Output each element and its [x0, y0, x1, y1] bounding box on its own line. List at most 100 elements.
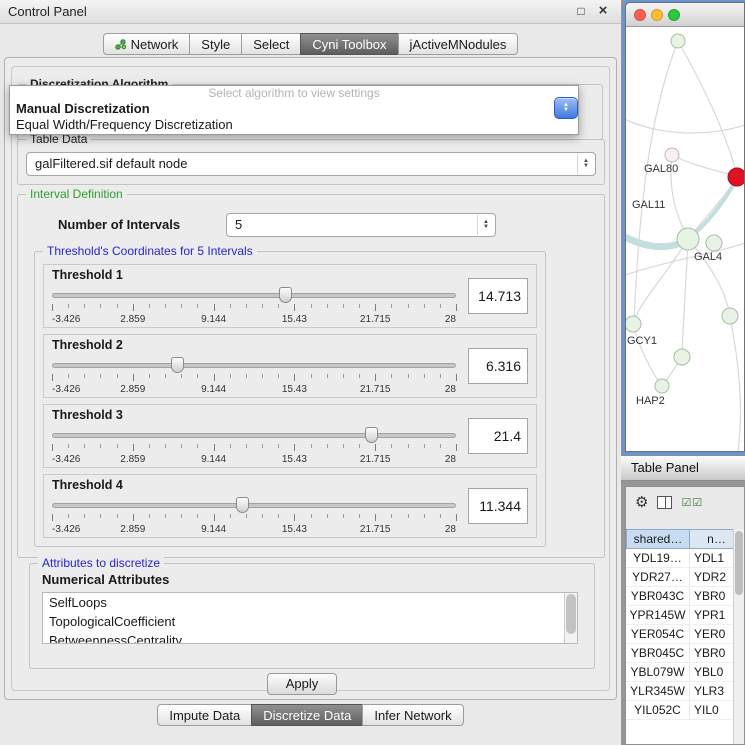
num-intervals-label: Number of Intervals — [58, 217, 180, 232]
slider-ticks — [52, 444, 456, 452]
minimize-traffic-light-icon[interactable] — [651, 9, 663, 21]
close-traffic-light-icon[interactable] — [634, 9, 646, 21]
slider-thumb[interactable] — [365, 427, 378, 443]
num-intervals-combo[interactable]: 5 ▲▼ — [226, 213, 496, 237]
numerical-attributes-list[interactable]: SelfLoopsTopologicalCoefficientBetweenne… — [42, 592, 578, 644]
threshold-panel-4: Threshold 4-3.4262.8599.14415.4321.71528… — [43, 474, 537, 538]
threshold-panel-2: Threshold 2 -3.4262.8599.14415.4321.71528… — [43, 334, 537, 398]
threshold-value-field[interactable]: 21.4 — [468, 418, 528, 454]
tab-impute-data[interactable]: Impute Data — [157, 704, 252, 726]
table-row[interactable]: YPR145WYPR1 — [626, 606, 744, 625]
slider-thumb[interactable] — [171, 357, 184, 373]
threshold-value-field[interactable]: 11.344 — [468, 488, 528, 524]
attributes-group-title: Attributes to discretize — [38, 556, 164, 570]
network-node[interactable] — [674, 349, 690, 365]
attribute-item-selfloops[interactable]: SelfLoops — [43, 593, 577, 612]
slider-scale: -3.4262.8599.14415.4321.71528 — [52, 524, 456, 535]
algorithm-option-equal-width-frequency-discretization[interactable]: Equal Width/Frequency Discretization — [10, 117, 578, 133]
combo-stepper-icon[interactable]: ▲▼ — [577, 154, 594, 174]
window-title: Control Panel — [8, 4, 87, 19]
slider-scale: -3.4262.8599.14415.4321.71528 — [52, 454, 456, 465]
list-scrollbar-thumb[interactable] — [566, 594, 576, 634]
algorithm-option-list: Manual DiscretizationEqual Width/Frequen… — [10, 101, 578, 133]
table-data-combo[interactable]: galFiltered.sif default node ▲▼ — [26, 152, 596, 176]
combo-stepper-icon[interactable]: ▲▼ — [477, 215, 494, 235]
tab-label: Impute Data — [169, 708, 240, 723]
threshold-slider[interactable]: -3.4262.8599.14415.4321.71528 — [52, 495, 456, 537]
slider-scale: -3.4262.8599.14415.4321.71528 — [52, 384, 456, 395]
network-node[interactable] — [655, 379, 669, 393]
tab-label: Select — [253, 37, 289, 52]
column-header-shared-name[interactable]: shared… — [626, 529, 690, 549]
right-column: GAL80GAL11GAL4GCY1HAP2 Table Panel ⚙ ☑☑ … — [621, 0, 745, 745]
table-row[interactable]: YBR045CYBR0 — [626, 644, 744, 663]
tab-select[interactable]: Select — [241, 33, 301, 55]
tab-style[interactable]: Style — [189, 33, 242, 55]
threshold-value-field[interactable]: 6.316 — [468, 348, 528, 384]
node-label-hap2: HAP2 — [636, 395, 665, 407]
network-node[interactable] — [626, 316, 641, 332]
close-icon[interactable]: × — [595, 3, 611, 19]
network-node[interactable] — [665, 148, 679, 162]
node-label-gcy1: GCY1 — [627, 335, 657, 347]
cell-shared-name: YDL19… — [626, 549, 690, 567]
tab-cyni-toolbox[interactable]: Cyni Toolbox — [300, 33, 398, 55]
node-label-gal4: GAL4 — [694, 251, 722, 263]
network-canvas[interactable]: GAL80GAL11GAL4GCY1HAP2 — [626, 27, 744, 451]
num-intervals-value: 5 — [235, 214, 473, 236]
attributes-items: SelfLoopsTopologicalCoefficientBetweenne… — [43, 593, 577, 644]
slider-track[interactable] — [52, 363, 456, 368]
table-row[interactable]: YER054CYER0 — [626, 625, 744, 644]
threshold-label: Threshold 2 — [52, 338, 123, 352]
network-node-selected[interactable] — [728, 168, 744, 186]
table-row[interactable]: YDL19…YDL1 — [626, 549, 744, 568]
numerical-attributes-label: Numerical Attributes — [42, 572, 169, 587]
interval-group-title: Interval Definition — [26, 187, 127, 201]
apply-button[interactable]: Apply — [267, 673, 337, 695]
slider-track[interactable] — [52, 293, 456, 298]
zoom-traffic-light-icon[interactable] — [668, 9, 680, 21]
tab-discretize-data[interactable]: Discretize Data — [251, 704, 363, 726]
threshold-slider[interactable]: -3.4262.8599.14415.4321.71528 — [52, 425, 456, 467]
algorithm-option-manual-discretization[interactable]: Manual Discretization — [10, 101, 578, 117]
slider-track[interactable] — [52, 503, 456, 508]
slider-thumb[interactable] — [236, 497, 249, 513]
table-scrollbar-thumb[interactable] — [735, 531, 743, 595]
slider-ticks — [52, 374, 456, 382]
table-body: YDL19…YDL1YDR27…YDR2YBR043CYBR0YPR145WYP… — [626, 549, 744, 744]
tab-label: Cyni Toolbox — [312, 37, 386, 52]
interval-definition-group: Interval Definition Number of Intervals … — [17, 194, 605, 558]
threshold-label: Threshold 1 — [52, 268, 123, 282]
network-node[interactable] — [706, 235, 722, 251]
network-node[interactable] — [677, 228, 699, 250]
attribute-item-topologicalcoefficient[interactable]: TopologicalCoefficient — [43, 612, 577, 631]
list-scrollbar[interactable] — [564, 593, 577, 643]
table-row[interactable]: YDR27…YDR2 — [626, 568, 744, 587]
control-panel-titlebar: Control Panel □ × — [0, 0, 621, 24]
table-row[interactable]: YLR345WYLR3 — [626, 682, 744, 701]
table-panel-window: ⚙ ☑☑ shared… n… YDL19…YDL1YDR27…YDR2YBR0… — [625, 486, 745, 745]
attribute-item-betweennesscentrality[interactable]: BetweennessCentrality — [43, 631, 577, 644]
gear-icon[interactable]: ⚙ — [635, 493, 648, 511]
tab-network[interactable]: Network — [103, 33, 191, 55]
algorithm-combo-stepper[interactable]: ▲▼ — [554, 97, 578, 119]
table-scrollbar[interactable] — [733, 529, 744, 744]
top-tab-bar: NetworkStyle Select Cyni Toolbox jActiveMNo… — [0, 33, 621, 55]
table-row[interactable]: YBR043CYBR0 — [626, 587, 744, 606]
tab-infer-network[interactable]: Infer Network — [362, 704, 463, 726]
slider-track[interactable] — [52, 433, 456, 438]
table-toolbar: ⚙ ☑☑ — [626, 487, 744, 517]
table-row[interactable]: YBL079WYBL0 — [626, 663, 744, 682]
threshold-slider[interactable]: -3.4262.8599.14415.4321.71528 — [52, 285, 456, 327]
network-node[interactable] — [671, 34, 685, 48]
table-row[interactable]: YIL052CYIL0 — [626, 701, 744, 720]
network-node[interactable] — [722, 308, 738, 324]
threshold-slider[interactable]: -3.4262.8599.14415.4321.71528 — [52, 355, 456, 397]
threshold-value-field[interactable]: 14.713 — [468, 278, 528, 314]
column-checkbox-icons[interactable]: ☑☑ — [681, 496, 703, 509]
tab-jactivemnodules[interactable]: jActiveMNodules — [398, 33, 519, 55]
columns-icon[interactable] — [657, 496, 672, 509]
float-window-icon[interactable]: □ — [573, 3, 589, 19]
slider-thumb[interactable] — [279, 287, 292, 303]
table-panel-title: Table Panel — [631, 460, 699, 475]
